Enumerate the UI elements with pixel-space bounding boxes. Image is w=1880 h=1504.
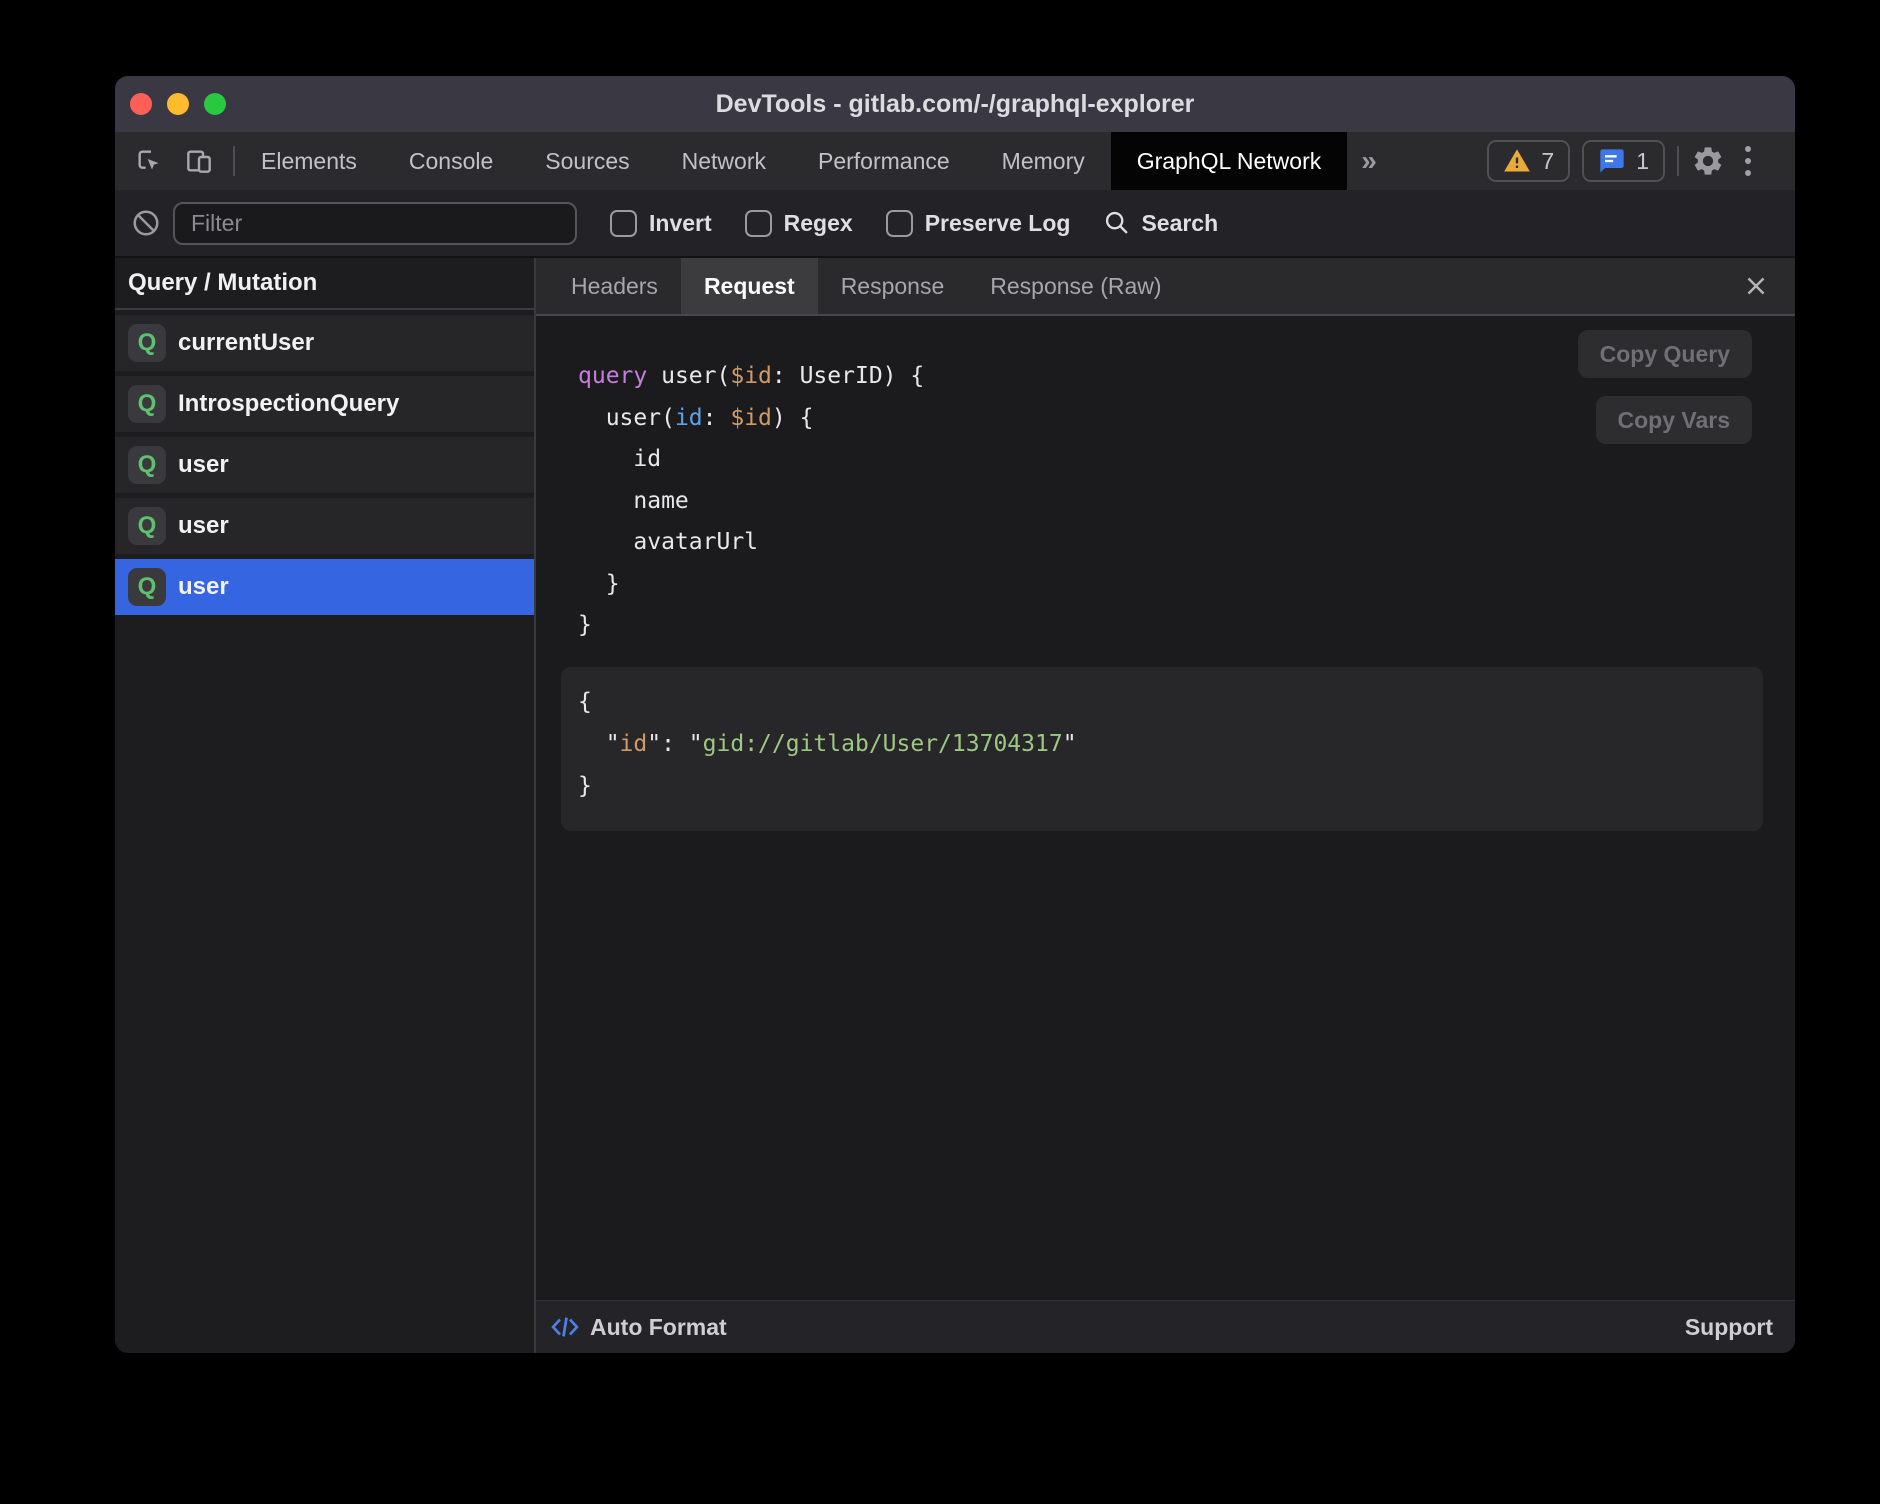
invert-checkbox[interactable] [610, 210, 637, 237]
regex-checkbox-group: Regex [745, 210, 853, 237]
search-control[interactable]: Search [1103, 209, 1218, 237]
query-list-item-label: currentUser [178, 329, 314, 357]
auto-format-button[interactable]: Auto Format [550, 1312, 727, 1342]
search-icon [1103, 209, 1131, 237]
request-detail-panel: Headers Request Response Response (Raw) … [536, 258, 1795, 1353]
warning-icon [1503, 147, 1531, 175]
request-footer: Auto Format Support [536, 1300, 1795, 1353]
query-list-panel: Query / Mutation Q currentUser Q Introsp… [115, 258, 534, 1353]
warnings-badge[interactable]: 7 [1487, 140, 1570, 182]
titlebar: DevTools - gitlab.com/-/graphql-explorer [115, 76, 1795, 132]
close-icon [1741, 271, 1771, 301]
tab-performance[interactable]: Performance [792, 132, 976, 190]
query-list-item[interactable]: Q IntrospectionQuery [115, 376, 534, 432]
query-list-item[interactable]: Q currentUser [115, 315, 534, 371]
copy-vars-button[interactable]: Copy Vars [1596, 396, 1753, 444]
device-toolbar-icon[interactable] [183, 145, 215, 177]
query-list-item-label: IntrospectionQuery [178, 390, 399, 418]
invert-label: Invert [649, 210, 712, 237]
query-list-item-selected[interactable]: Q user [115, 559, 534, 615]
support-link[interactable]: Support [1685, 1314, 1773, 1341]
tab-headers[interactable]: Headers [548, 258, 681, 314]
tab-elements[interactable]: Elements [235, 132, 383, 190]
code-brackets-icon [550, 1312, 580, 1342]
gear-icon[interactable] [1691, 144, 1725, 178]
close-detail-button[interactable] [1741, 258, 1795, 314]
preserve-log-checkbox[interactable] [886, 210, 913, 237]
controls-separator [1677, 146, 1679, 176]
request-detail-tabs: Headers Request Response Response (Raw) [536, 258, 1795, 316]
request-content: query user($id: UserID) { user(id: $id) … [536, 316, 1795, 1300]
search-label: Search [1141, 210, 1218, 237]
preserve-log-checkbox-group: Preserve Log [886, 210, 1071, 237]
filter-bar: Invert Regex Preserve Log Search [115, 190, 1795, 258]
preserve-log-label: Preserve Log [925, 210, 1071, 237]
tab-network[interactable]: Network [656, 132, 792, 190]
message-icon [1598, 147, 1626, 175]
kebab-menu-icon[interactable] [1737, 146, 1759, 176]
devtools-window: DevTools - gitlab.com/-/graphql-explorer… [115, 76, 1795, 1353]
tab-sources[interactable]: Sources [519, 132, 655, 190]
query-type-badge: Q [128, 568, 166, 606]
query-list-header: Query / Mutation [115, 258, 534, 310]
query-list-item[interactable]: Q user [115, 437, 534, 493]
query-list-item-label: user [178, 573, 229, 601]
issues-badge[interactable]: 1 [1582, 140, 1665, 182]
copy-query-button[interactable]: Copy Query [1578, 330, 1752, 378]
devtools-tabbar: Elements Console Sources Network Perform… [115, 132, 1795, 190]
message-count: 1 [1636, 148, 1649, 175]
query-type-badge: Q [128, 385, 166, 423]
regex-checkbox[interactable] [745, 210, 772, 237]
tab-request[interactable]: Request [681, 258, 818, 314]
invert-checkbox-group: Invert [610, 210, 712, 237]
window-title: DevTools - gitlab.com/-/graphql-explorer [115, 90, 1795, 119]
query-type-badge: Q [128, 446, 166, 484]
filter-input[interactable] [173, 202, 577, 245]
warning-count: 7 [1541, 148, 1554, 175]
query-type-badge: Q [128, 324, 166, 362]
regex-label: Regex [784, 210, 853, 237]
block-icon[interactable] [131, 208, 161, 238]
graphql-variables-box: { "id": "gid://gitlab/User/13704317"} [561, 667, 1763, 831]
inspect-element-icon[interactable] [133, 145, 165, 177]
query-type-badge: Q [128, 507, 166, 545]
tab-console[interactable]: Console [383, 132, 519, 190]
tab-memory[interactable]: Memory [976, 132, 1111, 190]
query-list-item[interactable]: Q user [115, 498, 534, 554]
tab-response-raw[interactable]: Response (Raw) [967, 258, 1184, 314]
tab-graphql-network[interactable]: GraphQL Network [1111, 132, 1348, 190]
auto-format-label: Auto Format [590, 1314, 727, 1341]
query-list-item-label: user [178, 451, 229, 479]
more-tabs-chevron-icon[interactable]: » [1347, 132, 1391, 190]
query-list-item-label: user [178, 512, 229, 540]
tab-response[interactable]: Response [818, 258, 968, 314]
